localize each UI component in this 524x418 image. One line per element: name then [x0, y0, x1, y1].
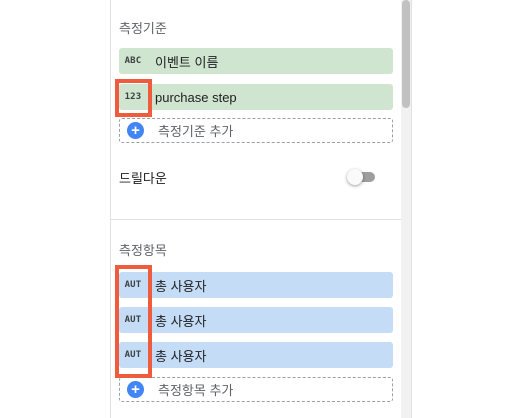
- highlight-box-dimension-type: [115, 79, 152, 117]
- dimension-chip-purchase-step[interactable]: 123 purchase step: [119, 84, 393, 110]
- drilldown-toggle[interactable]: [347, 169, 377, 185]
- highlight-box-metric-types: [115, 265, 152, 378]
- metric-chip-label: 총 사용자: [155, 278, 207, 294]
- metric-chip-total-users-1[interactable]: AUT 총 사용자: [119, 272, 393, 298]
- dimension-chip-event-name[interactable]: ABC 이벤트 이름: [119, 48, 393, 74]
- add-metric-label: 측정항목 추가: [158, 383, 234, 398]
- text-type-badge: ABC: [124, 56, 142, 66]
- drilldown-label: 드릴다운: [119, 171, 167, 186]
- toggle-knob: [347, 169, 363, 185]
- panel-scrollbar[interactable]: [401, 0, 412, 418]
- section-divider: [111, 219, 403, 220]
- add-dimension-button[interactable]: + 측정기준 추가: [119, 118, 393, 143]
- metric-chip-total-users-3[interactable]: AUT 총 사용자: [119, 342, 393, 368]
- add-dimension-label: 측정기준 추가: [158, 124, 234, 139]
- data-config-panel: 측정기준 ABC 이벤트 이름 123 purchase step + 측정기준…: [110, 0, 404, 418]
- plus-icon: +: [127, 122, 144, 139]
- dimension-chip-label: 이벤트 이름: [155, 54, 219, 70]
- add-metric-button[interactable]: + 측정항목 추가: [119, 377, 393, 402]
- metric-chip-label: 총 사용자: [155, 313, 207, 329]
- metric-chip-total-users-2[interactable]: AUT 총 사용자: [119, 307, 393, 333]
- dimension-chip-label: purchase step: [155, 89, 237, 105]
- scrollbar-thumb[interactable]: [402, 0, 410, 108]
- dimensions-section-title: 측정기준: [119, 21, 167, 36]
- metrics-section-title: 측정항목: [119, 243, 167, 258]
- metric-chip-label: 총 사용자: [155, 348, 207, 364]
- plus-icon: +: [127, 381, 144, 398]
